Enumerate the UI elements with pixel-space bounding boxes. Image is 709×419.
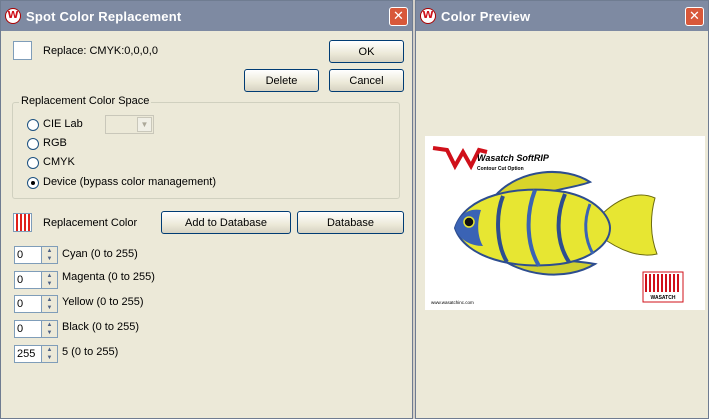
ok-button[interactable]: OK [329, 40, 404, 63]
database-button[interactable]: Database [297, 211, 404, 234]
spin-down-icon[interactable]: ▼ [42, 304, 57, 312]
cyan-spin-arrows[interactable]: ▲ ▼ [42, 246, 58, 264]
radio-cie-lab[interactable] [27, 119, 39, 131]
radio-cmyk-label: CMYK [43, 156, 75, 168]
spin-down-icon[interactable]: ▼ [42, 329, 57, 337]
cancel-button[interactable]: Cancel [329, 69, 404, 92]
replacement-color-swatch[interactable] [13, 213, 32, 232]
close-icon: ✕ [393, 9, 404, 24]
radio-rgb[interactable] [27, 138, 39, 150]
footer-url: www.wasatchinc.com [431, 300, 474, 305]
black-stepper[interactable]: 0 ▲ ▼ [14, 320, 58, 338]
group-legend: Replacement Color Space [19, 95, 152, 107]
yellow-label: Yellow (0 to 255) [62, 296, 144, 308]
channel5-label: 5 (0 to 255) [62, 346, 119, 358]
cie-lab-dropdown[interactable]: ▼ [105, 115, 154, 134]
magenta-spin-arrows[interactable]: ▲ ▼ [42, 271, 58, 289]
radio-cmyk[interactable] [27, 157, 39, 169]
title-bar[interactable]: W Color Preview ✕ [416, 1, 708, 31]
radio-device-label: Device (bypass color management) [43, 176, 217, 188]
replace-color-swatch [13, 41, 32, 60]
yellow-value[interactable]: 0 [14, 295, 42, 313]
replacement-color-label: Replacement Color [43, 217, 138, 229]
badge-text: WASATCH [651, 295, 676, 301]
wasatch-app-icon: W [420, 8, 436, 24]
wasatch-badge: WASATCH [642, 271, 684, 303]
spin-up-icon[interactable]: ▲ [42, 321, 57, 329]
channel5-value[interactable]: 255 [14, 345, 42, 363]
magenta-value[interactable]: 0 [14, 271, 42, 289]
radio-device[interactable] [27, 177, 39, 189]
preview-artwork: Wasatch SoftRIP Contour Cut Option www.w… [431, 146, 684, 305]
radio-cie-lab-label: CIE Lab [43, 118, 83, 130]
window-title: Spot Color Replacement [26, 8, 182, 24]
spin-down-icon[interactable]: ▼ [42, 354, 57, 362]
yellow-spin-arrows[interactable]: ▲ ▼ [42, 295, 58, 313]
fish-eye [463, 216, 475, 228]
black-label: Black (0 to 255) [62, 321, 140, 333]
channel5-stepper[interactable]: 255 ▲ ▼ [14, 345, 58, 363]
spin-up-icon[interactable]: ▲ [42, 272, 57, 280]
magenta-stepper[interactable]: 0 ▲ ▼ [14, 271, 58, 289]
black-spin-arrows[interactable]: ▲ ▼ [42, 320, 58, 338]
chevron-down-icon[interactable]: ▼ [137, 117, 152, 132]
delete-button[interactable]: Delete [244, 69, 319, 92]
yellow-stepper[interactable]: 0 ▲ ▼ [14, 295, 58, 313]
spin-down-icon[interactable]: ▼ [42, 280, 57, 288]
add-to-database-button[interactable]: Add to Database [161, 211, 291, 234]
spin-up-icon[interactable]: ▲ [42, 346, 57, 354]
spin-up-icon[interactable]: ▲ [42, 247, 57, 255]
close-button[interactable]: ✕ [389, 7, 408, 26]
cyan-stepper[interactable]: 0 ▲ ▼ [14, 246, 58, 264]
spin-up-icon[interactable]: ▲ [42, 296, 57, 304]
brand-title: Wasatch SoftRIP [477, 153, 550, 163]
brand-subtitle: Contour Cut Option [477, 166, 524, 172]
cyan-label: Cyan (0 to 255) [62, 248, 138, 260]
window-title: Color Preview [441, 8, 531, 24]
replace-label: Replace: CMYK:0,0,0,0 [43, 45, 158, 57]
channel5-spin-arrows[interactable]: ▲ ▼ [42, 345, 58, 363]
wasatch-app-icon: W [5, 8, 21, 24]
magenta-label: Magenta (0 to 255) [62, 271, 155, 283]
spin-down-icon[interactable]: ▼ [42, 255, 57, 263]
title-bar[interactable]: W Spot Color Replacement ✕ [1, 1, 412, 31]
close-button[interactable]: ✕ [685, 7, 704, 26]
radio-rgb-label: RGB [43, 137, 67, 149]
color-preview-image: Wasatch SoftRIP Contour Cut Option www.w… [425, 136, 705, 310]
spot-color-replacement-window: W Spot Color Replacement ✕ Replace: CMYK… [0, 0, 413, 419]
close-icon: ✕ [689, 9, 700, 24]
cyan-value[interactable]: 0 [14, 246, 42, 264]
black-value[interactable]: 0 [14, 320, 42, 338]
